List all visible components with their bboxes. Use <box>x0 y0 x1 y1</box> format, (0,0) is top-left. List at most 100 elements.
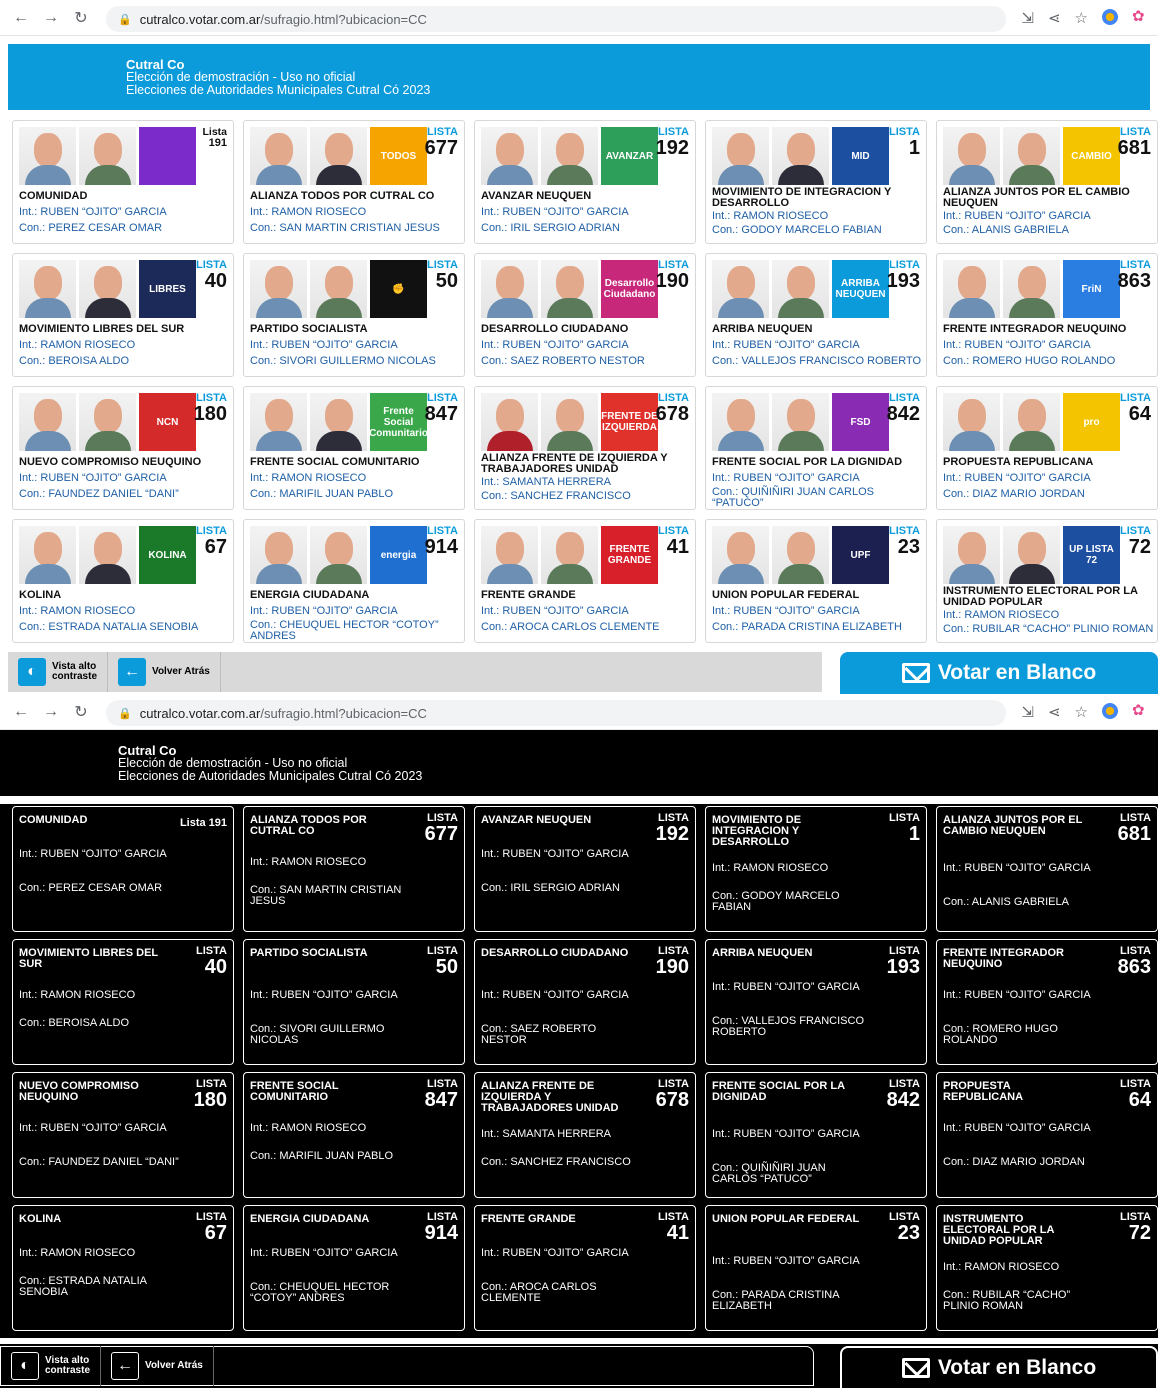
party-card[interactable]: LISTA 677 ALIANZA TODOS POR CUTRAL CO Int.:… <box>243 806 465 932</box>
party-logo-text: pro <box>1083 416 1100 428</box>
party-card[interactable]: LIBRES LISTA 40 MOVIMIENTO LIBRES DEL SUR In… <box>12 253 234 377</box>
share-icon[interactable]: ⋖ <box>1048 703 1061 721</box>
share-icon[interactable]: ⋖ <box>1048 9 1061 27</box>
intendente-candidate: Int.: RUBEN “OJITO” GARCIA <box>943 210 1091 222</box>
intendente-candidate: Int.: RUBEN “OJITO” GARCIA <box>712 472 860 484</box>
party-card[interactable]: ✊ LISTA 50 PARTIDO SOCIALISTA Int.: RUBEN “O… <box>243 253 465 377</box>
party-card[interactable]: pro LISTA 64 PROPUESTA REPUBLICANA Int.: RUB… <box>936 386 1158 510</box>
concejal-candidate: Con.: SIVORI GUILLERMO NICOLAS <box>250 355 436 367</box>
party-name: FRENTE SOCIAL POR LA DIGNIDAD <box>712 1080 845 1103</box>
party-card[interactable]: UPF LISTA 23 UNION POPULAR FEDERAL Int.: RUB… <box>705 519 927 643</box>
bookmark-star-icon[interactable]: ☆ <box>1075 703 1088 721</box>
address-bar[interactable]: 🔒 cutralco.votar.com.ar/sufragio.html?ub… <box>106 700 1006 726</box>
party-name: FRENTE GRANDE <box>481 589 576 601</box>
party-card[interactable]: KOLINA LISTA 67 KOLINA Int.: RAMON RIOSECO Co… <box>12 519 234 643</box>
blank-vote-button[interactable]: Votar en Blanco <box>840 652 1158 694</box>
party-card[interactable]: LISTA 863 FRENTE INTEGRADOR NEUQUINO Int.: … <box>936 939 1158 1065</box>
party-name: AVANZAR NEUQUEN <box>481 190 592 202</box>
back-arrow-icon[interactable]: ← <box>10 9 32 27</box>
blank-vote-button[interactable]: Votar en Blanco <box>840 1346 1158 1388</box>
election-banner: Cutral Co Elección de demostración - Uso… <box>8 44 1150 110</box>
party-name: PARTIDO SOCIALISTA <box>250 947 368 959</box>
intendente-candidate: Int.: RUBEN “OJITO” GARCIA <box>19 472 167 484</box>
party-card[interactable]: LISTA 914 ENERGIA CIUDADANA Int.: RUBEN “OJ… <box>243 1205 465 1331</box>
banner-line2: Elecciones de Autoridades Municipales Cu… <box>126 83 431 97</box>
party-logo-text: CAMBIO <box>1071 150 1112 162</box>
party-card[interactable]: AVANZAR LISTA 192 AVANZAR NEUQUEN Int.: RUBE… <box>474 120 696 244</box>
footer-bar: ◐ Vista alto contraste ← Volver Atrás Vot… <box>0 1344 1158 1388</box>
party-name: FRENTE SOCIAL COMUNITARIO <box>250 456 420 468</box>
party-card[interactable]: ARRIBA NEUQUEN LISTA 193 ARRIBA NEUQUEN Int.… <box>705 253 927 377</box>
concejal-candidate: Con.: PARADA CRISTINA ELIZABETH <box>712 621 902 633</box>
extension-flower-icon[interactable]: ✿ <box>1132 9 1148 25</box>
party-card[interactable]: Desarrollo Ciudadano LISTA 190 DESARROLLO C… <box>474 253 696 377</box>
party-name: MOVIMIENTO DE INTEGRACION Y DESARROLLO <box>712 186 892 209</box>
party-card[interactable]: FriN LISTA 863 FRENTE INTEGRADOR NEUQUINO In… <box>936 253 1158 377</box>
party-card[interactable]: LISTA 50 PARTIDO SOCIALISTA Int.: RUBEN “OJ… <box>243 939 465 1065</box>
party-card[interactable]: LISTA 67 KOLINA Int.: RAMON RIOSECO Con.: ES… <box>12 1205 234 1331</box>
party-card[interactable]: LISTA 64 PROPUESTA REPUBLICANA Int.: RUBEN … <box>936 1072 1158 1198</box>
party-card[interactable]: Frente Social Comunitario LISTA 847 FRENTE … <box>243 386 465 510</box>
party-card[interactable]: NCN LISTA 180 NUEVO COMPROMISO NEUQUINO Int.… <box>12 386 234 510</box>
install-app-icon[interactable]: ⇲ <box>1021 9 1034 27</box>
party-logo: FRENTE DE IZQUIERDA <box>601 393 658 451</box>
lista-number: LISTA 40 <box>196 946 227 978</box>
extension-icon[interactable] <box>1102 703 1118 719</box>
reload-icon[interactable]: ↻ <box>70 8 92 28</box>
bookmark-star-icon[interactable]: ☆ <box>1075 9 1088 27</box>
party-name: FRENTE INTEGRADOR NEUQUINO <box>943 947 1064 970</box>
party-card[interactable]: LISTA 40 MOVIMIENTO LIBRES DEL SUR Int.: RA… <box>12 939 234 1065</box>
party-name: FRENTE GRANDE <box>481 1213 576 1225</box>
party-card[interactable]: UP LISTA 72 LISTA 72 INSTRUMENTO ELECTORAL … <box>936 519 1158 643</box>
party-card[interactable]: CAMBIO LISTA 681 ALIANZA JUNTOS POR EL CAMB… <box>936 120 1158 244</box>
party-card[interactable]: Lista 191 COMUNIDAD Int.: RUBEN “OJITO” GAR… <box>12 120 234 244</box>
party-card[interactable]: LISTA 192 AVANZAR NEUQUEN Int.: RUBEN “OJIT… <box>474 806 696 932</box>
lock-icon: 🔒 <box>118 707 132 720</box>
lista-value: 40 <box>204 270 227 292</box>
party-logo-text: FRENTE GRANDE <box>607 544 652 566</box>
party-logo <box>139 127 196 185</box>
intendente-candidate: Int.: RUBEN “OJITO” GARCIA <box>19 848 167 860</box>
extension-flower-icon[interactable]: ✿ <box>1132 703 1148 719</box>
party-card[interactable]: LISTA 678 ALIANZA FRENTE DE IZQUIERDA Y TR… <box>474 1072 696 1198</box>
party-card[interactable]: Lista 191 COMUNIDAD Int.: RUBEN “OJITO” GAR… <box>12 806 234 932</box>
party-card[interactable]: LISTA 1 MOVIMIENTO DE INTEGRACION Y DESARR… <box>705 806 927 932</box>
install-app-icon[interactable]: ⇲ <box>1021 703 1034 721</box>
party-card[interactable]: TODOS LISTA 677 ALIANZA TODOS POR CUTRAL CO… <box>243 120 465 244</box>
back-arrow-icon[interactable]: ← <box>10 703 32 721</box>
party-card[interactable]: MID LISTA 1 MOVIMIENTO DE INTEGRACION Y DES… <box>705 120 927 244</box>
party-card[interactable]: LISTA 842 FRENTE SOCIAL POR LA DIGNIDAD Int… <box>705 1072 927 1198</box>
party-card[interactable]: FSD LISTA 842 FRENTE SOCIAL POR LA DIGNIDAD… <box>705 386 927 510</box>
forward-arrow-icon[interactable]: → <box>40 9 62 27</box>
party-card[interactable]: LISTA 193 ARRIBA NEUQUEN Int.: RUBEN “OJITO… <box>705 939 927 1065</box>
party-card[interactable]: LISTA 72 INSTRUMENTO ELECTORAL POR LA UNID… <box>936 1205 1158 1331</box>
party-logo: AVANZAR <box>601 127 658 185</box>
extension-icon[interactable] <box>1102 9 1118 25</box>
concejal-candidate: Con.: PARADA CRISTINA ELIZABETH <box>712 1289 839 1312</box>
intendente-candidate: Int.: RAMON RIOSECO <box>250 1122 367 1134</box>
party-card[interactable]: FRENTE DE IZQUIERDA LISTA 678 ALIANZA FRENT… <box>474 386 696 510</box>
lista-value: 193 <box>886 270 920 292</box>
party-card[interactable]: LISTA 41 FRENTE GRANDE Int.: RUBEN “OJITO” … <box>474 1205 696 1331</box>
party-card[interactable]: LISTA 180 NUEVO COMPROMISO NEUQUINO Int.: R… <box>12 1072 234 1198</box>
lista-number: LISTA 23 <box>889 1212 920 1244</box>
party-card[interactable]: LISTA 847 FRENTE SOCIAL COMUNITARIO Int.: R… <box>243 1072 465 1198</box>
party-card[interactable]: LISTA 681 ALIANZA JUNTOS POR EL CAMBIO NEU… <box>936 806 1158 932</box>
high-contrast-button[interactable]: ◐ Vista alto contraste <box>1 1346 102 1386</box>
party-logo-text: energia <box>380 549 417 561</box>
concejal-photo <box>310 260 367 318</box>
lista-number: LISTA 681 <box>1118 813 1151 845</box>
address-bar[interactable]: 🔒 cutralco.votar.com.ar/sufragio.html?ub… <box>106 6 1006 32</box>
party-card[interactable]: energia LISTA 914 ENERGIA CIUDADANA Int.: RU… <box>243 519 465 643</box>
reload-icon[interactable]: ↻ <box>70 702 92 722</box>
forward-arrow-icon[interactable]: → <box>40 703 62 721</box>
lista-value: 190 <box>655 270 689 292</box>
lista-number: LISTA 41 <box>658 526 689 558</box>
party-card[interactable]: FRENTE GRANDE LISTA 41 FRENTE GRANDE Int.: R… <box>474 519 696 643</box>
back-button[interactable]: ← Volver Atrás <box>101 1346 214 1386</box>
back-button[interactable]: ← Volver Atrás <box>108 652 221 692</box>
party-card[interactable]: LISTA 190 DESARROLLO CIUDADANO Int.: RUBEN … <box>474 939 696 1065</box>
party-card[interactable]: LISTA 23 UNION POPULAR FEDERAL Int.: RUBEN … <box>705 1205 927 1331</box>
concejal-photo <box>79 127 136 185</box>
high-contrast-button[interactable]: ◐ Vista alto contraste <box>8 652 109 692</box>
